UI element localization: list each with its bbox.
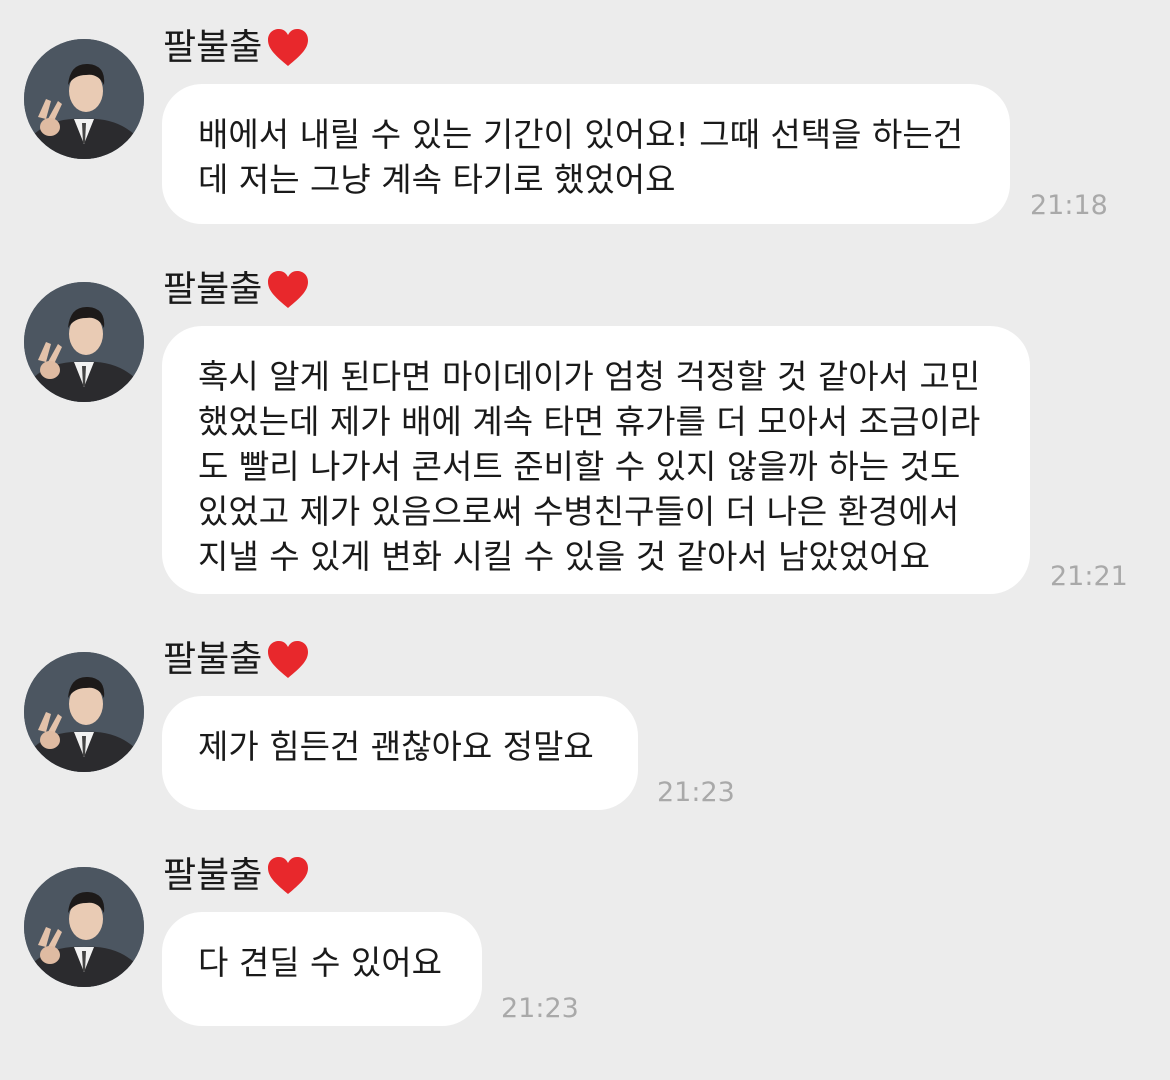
avatar[interactable]: [24, 282, 144, 402]
message-bubble: 다 견딜 수 있어요: [162, 912, 482, 1026]
heart-icon: [268, 29, 309, 66]
heart-icon: [268, 857, 309, 894]
message-bubble: 혹시 알게 된다면 마이데이가 엄청 걱정할 것 같아서 고민 했었는데 제가 …: [162, 326, 1030, 594]
message-timestamp: 21:21: [1050, 561, 1128, 592]
profile-photo: [24, 282, 144, 402]
sender-name-row: 팔불출: [163, 266, 310, 314]
heart-icon: [268, 641, 309, 678]
avatar[interactable]: [24, 652, 144, 772]
sender-name-row: 팔불출: [163, 852, 310, 900]
heart-icon: [268, 271, 309, 308]
avatar[interactable]: [24, 867, 144, 987]
sender-name: 팔불출: [163, 269, 263, 310]
profile-photo: [24, 652, 144, 772]
message-timestamp: 21:23: [501, 993, 579, 1024]
message-bubble: 배에서 내릴 수 있는 기간이 있어요! 그때 선택을 하는건 데 저는 그냥 …: [162, 84, 1010, 224]
profile-photo: [24, 867, 144, 987]
message-timestamp: 21:23: [657, 777, 735, 808]
profile-photo: [24, 39, 144, 159]
sender-name: 팔불출: [163, 855, 263, 896]
sender-name: 팔불출: [163, 639, 263, 680]
sender-name-row: 팔불출: [163, 636, 310, 684]
message-timestamp: 21:18: [1030, 190, 1108, 221]
sender-name: 팔불출: [163, 27, 263, 68]
sender-name-row: 팔불출: [163, 24, 310, 72]
message-bubble: 제가 힘든건 괜찮아요 정말요: [162, 696, 638, 810]
avatar[interactable]: [24, 39, 144, 159]
